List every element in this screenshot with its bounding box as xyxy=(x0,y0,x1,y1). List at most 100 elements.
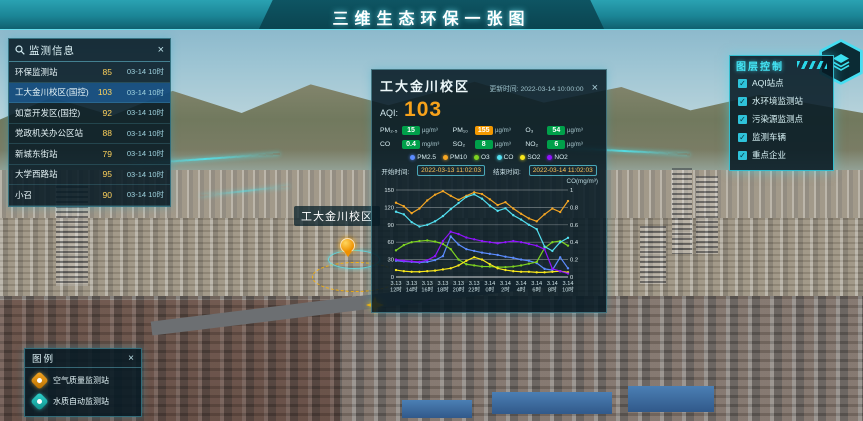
layer-label: 污染源监测点 xyxy=(752,113,803,125)
station-detail-popup: 工大金川校区 更新时间: 2022-03-14 10:00:00 × AQI: … xyxy=(371,69,607,313)
layer-control-panel: 图层控制 ✓ AQI站点 ✓ 水环境监测站 ✓ 污染源监测点 ✓ 监测车辆 ✓重点企业 xyxy=(729,55,834,171)
svg-text:3.1312时: 3.1312时 xyxy=(390,281,402,294)
pollutant-unit: µg/m³ xyxy=(495,141,511,147)
pollutant-cell: O₃54µg/m³ xyxy=(525,126,598,135)
legend-item[interactable]: O3 xyxy=(474,154,490,161)
pollutant-value-chip: 0.4 xyxy=(402,140,420,149)
search-icon xyxy=(15,45,25,55)
checkbox-checked-icon[interactable]: ✓ xyxy=(738,115,747,124)
pollutant-label: CO xyxy=(380,141,402,148)
pollutant-value-chip: 6 xyxy=(547,140,565,149)
svg-text:0.4: 0.4 xyxy=(570,240,579,246)
layer-label: 水环境监测站 xyxy=(752,95,803,107)
station-row[interactable]: 新城东街站7903-14 10时 xyxy=(9,144,170,165)
station-update-time: 03-14 10时 xyxy=(112,169,164,180)
line-chart-svg: 15011200.8900.6600.4300.2003.1312时3.1314… xyxy=(380,185,582,301)
top-header-bar: 三维生态环保一张图 xyxy=(0,0,863,30)
svg-text:1: 1 xyxy=(570,188,573,194)
station-name: 工大金川校区(国控) xyxy=(15,86,92,98)
legend-dot-icon xyxy=(443,155,448,160)
checkbox-checked-icon[interactable]: ✓ xyxy=(738,97,747,106)
pollutant-label: SO₂ xyxy=(453,141,475,148)
app-screen: 工大金川校区 三维生态环保一张图 监测信息 × 环保监测站8503-14 10时… xyxy=(0,0,863,421)
station-aqi-value: 79 xyxy=(92,149,112,159)
legend-item[interactable]: CO xyxy=(497,154,514,161)
layer-item[interactable]: ✓ 监测车辆 xyxy=(730,128,833,146)
legend-label: 水质自动监测站 xyxy=(53,396,109,407)
layer-item[interactable]: ✓ AQI站点 xyxy=(730,74,833,92)
checkbox-checked-icon[interactable]: ✓ xyxy=(738,151,747,160)
legend-item[interactable]: PM2.5 xyxy=(410,154,436,161)
pollutant-label: O₃ xyxy=(525,127,547,134)
legend-item[interactable]: PM10 xyxy=(443,154,467,161)
station-name: 党政机关办公区站 xyxy=(15,127,92,139)
svg-text:3.140时: 3.140时 xyxy=(484,281,495,294)
update-time-value: 2022-03-14 10:00:00 xyxy=(520,86,583,93)
legend-dot-icon xyxy=(547,155,552,160)
map-building xyxy=(640,226,666,284)
station-row[interactable]: 工大金川校区(国控)10303-14 10时 xyxy=(9,83,170,104)
pollutant-value-chip: 15 xyxy=(402,126,420,135)
aqi-label: AQI: xyxy=(380,108,398,118)
close-icon[interactable]: × xyxy=(158,44,164,56)
station-row[interactable]: 党政机关办公区站8803-14 10时 xyxy=(9,124,170,145)
legend-item[interactable]: SO2 xyxy=(520,154,540,161)
layer-item[interactable]: ✓ 污染源监测点 xyxy=(730,110,833,128)
start-time-input[interactable]: 2022-03-13 11:02:03 xyxy=(417,165,485,176)
station-row[interactable]: 大学西路站9503-14 10时 xyxy=(9,165,170,186)
legend-item[interactable]: NO2 xyxy=(547,154,567,161)
station-row[interactable]: 如意开发区(国控)9203-14 10时 xyxy=(9,103,170,124)
station-marker-icon[interactable] xyxy=(340,238,355,253)
legend-label: CO xyxy=(504,154,514,161)
station-update-time: 03-14 10时 xyxy=(112,148,164,159)
legend-panel-title: 图例 xyxy=(32,351,128,365)
map-building xyxy=(696,176,718,254)
layer-item[interactable]: ✓重点企业 xyxy=(730,146,833,164)
svg-text:3.1314时: 3.1314时 xyxy=(406,281,418,294)
svg-text:3.148时: 3.148时 xyxy=(547,281,558,294)
layer-panel-title: 图层控制 xyxy=(736,58,797,73)
end-time-input[interactable]: 2022-03-14 11:02:03 xyxy=(529,165,597,176)
legend-label: SO2 xyxy=(527,154,540,161)
station-aqi-value: 85 xyxy=(92,67,112,77)
svg-text:60: 60 xyxy=(388,240,394,246)
station-name: 如意开发区(国控) xyxy=(15,107,92,119)
chart-legend: PM2.5 PM10 O3 CO SO2 NO2 xyxy=(380,154,598,161)
layer-label: AQI站点 xyxy=(752,77,784,89)
svg-text:3.1410时: 3.1410时 xyxy=(562,281,574,294)
layer-item[interactable]: ✓ 水环境监测站 xyxy=(730,92,833,110)
map-station-label[interactable]: 工大金川校区 xyxy=(294,206,380,226)
pollutant-unit: µg/m³ xyxy=(422,127,438,133)
stripes-decoration-icon xyxy=(797,61,827,69)
map-warehouse xyxy=(628,386,714,412)
pollutant-cell: CO0.4mg/m³ xyxy=(380,140,453,149)
station-panel-title: 监测信息 xyxy=(29,43,158,58)
legend-item[interactable]: 水质自动监测站 xyxy=(25,389,141,410)
legend-dot-icon xyxy=(474,155,479,160)
legend-dot-icon xyxy=(497,155,502,160)
close-icon[interactable]: × xyxy=(128,353,134,364)
layer-label: 监测车辆 xyxy=(752,131,786,143)
station-aqi-value: 88 xyxy=(92,128,112,138)
checkbox-checked-icon[interactable]: ✓ xyxy=(738,79,747,88)
pollutant-cell: NO₂6µg/m³ xyxy=(525,140,598,149)
station-update-time: 03-14 10时 xyxy=(112,128,164,139)
pollutant-unit: mg/m³ xyxy=(422,141,439,147)
svg-text:90: 90 xyxy=(388,223,394,229)
layer-panel-header: 图层控制 xyxy=(730,56,833,74)
close-icon[interactable]: × xyxy=(592,82,598,94)
station-row[interactable]: 环保监测站8503-14 10时 xyxy=(9,62,170,83)
pollutant-unit: µg/m³ xyxy=(567,141,583,147)
pollutant-grid: PM₂.₅15µg/m³PM₁₀155µg/m³O₃54µg/m³CO0.4mg… xyxy=(380,126,598,149)
station-row[interactable]: 小召9003-14 10时 xyxy=(9,185,170,206)
legend-item[interactable]: 空气质量监测站 xyxy=(25,368,141,389)
station-aqi-value: 103 xyxy=(92,87,112,97)
svg-text:150: 150 xyxy=(384,188,394,194)
checkbox-checked-icon[interactable]: ✓ xyxy=(738,133,747,142)
legend-list: 空气质量监测站水质自动监测站 xyxy=(25,368,141,410)
station-aqi-value: 95 xyxy=(92,169,112,179)
pollutant-cell: SO₂8µg/m³ xyxy=(453,140,526,149)
svg-text:3.1320时: 3.1320时 xyxy=(453,281,465,294)
start-time-label: 开始时间: xyxy=(381,166,409,176)
station-panel-header: 监测信息 × xyxy=(9,39,170,62)
